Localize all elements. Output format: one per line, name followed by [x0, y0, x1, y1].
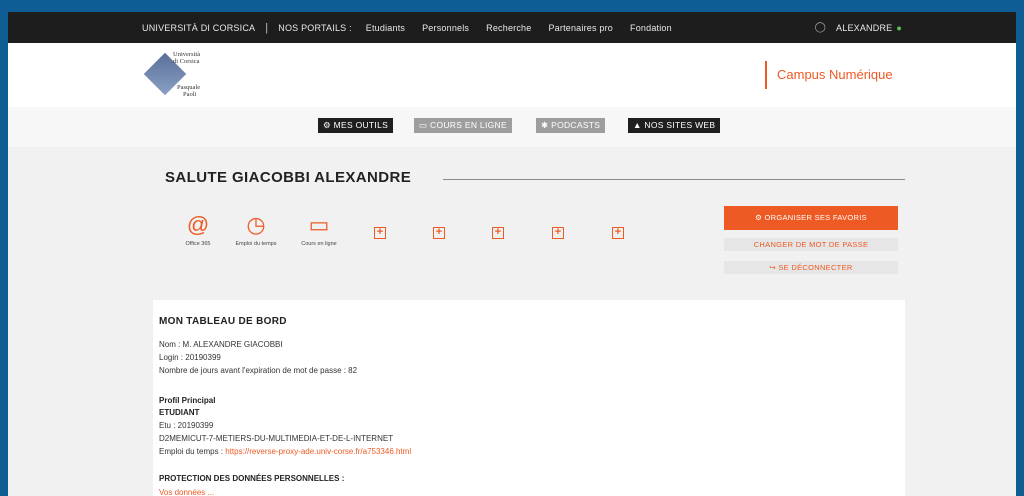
separator: | — [265, 21, 269, 34]
dashboard-title: MON TABLEAU DE BORD — [159, 316, 287, 327]
app-office365[interactable]: @ Office 365 — [168, 212, 228, 248]
privacy-text[interactable]: Vos données ... — [159, 488, 214, 496]
podcast-icon: ✱ — [541, 120, 552, 130]
at-icon: @ — [186, 212, 210, 237]
top-bar: UNIVERSITÀ DI CORSICA | NOS PORTAILS : E… — [8, 12, 1016, 43]
profile-type: ETUDIANT — [159, 408, 200, 417]
app-emploi-du-temps[interactable]: ◷ Emploi du temps — [226, 212, 286, 248]
profile-title: Profil Principal — [159, 396, 216, 405]
user-nom: Nom : M. ALEXANDRE GIACOBBI — [159, 340, 283, 349]
nav-cours-label: COURS EN LIGNE — [430, 120, 507, 130]
monitor-icon: ▭ — [419, 120, 430, 130]
university-logo[interactable]: Università di Corsica Pasquale Paoli — [143, 49, 236, 105]
user-icon: ● — [896, 22, 902, 33]
header: Università di Corsica Pasquale Paoli Cam… — [8, 43, 1016, 107]
logo-text-bottom: Pasquale Paoli — [177, 84, 200, 98]
dashboard-panel: MON TABLEAU DE BORD Nom : M. ALEXANDRE G… — [153, 300, 905, 496]
nav-bar: ⚙ MES OUTILS ▭ COURS EN LIGNE ✱ PODCASTS… — [8, 107, 1016, 147]
timetable-line: Emploi du temps : https://reverse-proxy-… — [159, 447, 411, 456]
add-favorite-icon[interactable]: + — [612, 227, 624, 239]
tools-icon: ⚙ — [323, 120, 334, 130]
nav-podcasts-label: PODCASTS — [551, 120, 601, 130]
timetable-link[interactable]: https://reverse-proxy-ade.univ-corse.fr/… — [225, 447, 411, 456]
organize-favorites-label: ORGANISER SES FAVORIS — [764, 213, 867, 222]
timetable-label: Emploi du temps : — [159, 447, 226, 456]
nav-mes-outils-label: MES OUTILS — [333, 120, 389, 130]
university-link[interactable]: UNIVERSITÀ DI CORSICA — [142, 23, 255, 33]
logout-button[interactable]: ↪ SE DÉCONNECTER — [724, 261, 898, 274]
add-favorite-icon[interactable]: + — [552, 227, 564, 239]
nav-mes-outils[interactable]: ⚙ MES OUTILS — [318, 118, 394, 133]
link-etudiants[interactable]: Etudiants — [366, 23, 405, 33]
logout-label: SE DÉCONNECTER — [778, 263, 853, 272]
link-recherche[interactable]: Recherche — [486, 23, 531, 33]
logo-line-4: Paoli — [183, 91, 197, 98]
portal-links: Etudiants Personnels Recherche Partenair… — [366, 23, 689, 33]
user-login: Login : 20190399 — [159, 353, 221, 362]
user-menu[interactable]: ◯ ALEXANDRE ● — [815, 22, 902, 33]
user-name[interactable]: ALEXANDRE — [836, 23, 892, 33]
password-expiration: Nombre de jours avant l'expiration de mo… — [159, 366, 358, 375]
nav-sites-label: NOS SITES WEB — [644, 120, 716, 130]
logo-text-top: Università di Corsica — [173, 51, 200, 65]
user-full-name: SALUTE GIACOBBI ALEXANDRE — [165, 169, 412, 186]
nav-podcasts[interactable]: ✱ PODCASTS — [536, 118, 606, 133]
campus-title[interactable]: Campus Numérique — [765, 61, 893, 89]
logo-line-1: Università — [173, 51, 201, 58]
nav-cours-en-ligne[interactable]: ▭ COURS EN LIGNE — [414, 118, 512, 133]
app-emploi-label: Emploi du temps — [235, 241, 277, 247]
link-fondation[interactable]: Fondation — [630, 23, 672, 33]
monitor-icon: ▭ — [308, 212, 330, 237]
link-personnels[interactable]: Personnels — [422, 23, 469, 33]
profile-heading: SALUTE GIACOBBI ALEXANDRE — [163, 169, 905, 189]
app-cours-label: Cours en ligne — [301, 241, 337, 247]
app-office365-label: Office 365 — [185, 241, 211, 247]
add-favorite-icon[interactable]: + — [433, 227, 445, 239]
portals-label: NOS PORTAILS : — [278, 22, 352, 33]
browser-page: UNIVERSITÀ DI CORSICA | NOS PORTAILS : E… — [8, 12, 1016, 496]
heading-divider — [443, 179, 905, 180]
logo-line-2: di Corsica — [173, 58, 200, 65]
add-favorite-icon[interactable]: + — [492, 227, 504, 239]
network-icon: ▲ — [633, 120, 645, 130]
add-favorite-icon[interactable]: + — [374, 227, 386, 239]
formation: D2MEMICUT-7-METIERS-DU-MULTIMEDIA-ET-DE-… — [159, 434, 394, 443]
logo-line-3: Pasquale — [177, 84, 201, 91]
search-icon[interactable]: ◯ — [815, 22, 826, 33]
nav-sites-web[interactable]: ▲ NOS SITES WEB — [628, 118, 721, 133]
change-password-button[interactable]: CHANGER DE MOT DE PASSE — [724, 238, 898, 251]
privacy-title: PROTECTION DES DONNÉES PERSONNELLES : — [159, 474, 345, 483]
organize-favorites-button[interactable]: ⚙ ORGANISER SES FAVORIS — [724, 206, 898, 230]
link-partenaires[interactable]: Partenaires pro — [548, 23, 613, 33]
clock-icon: ◷ — [246, 212, 266, 237]
student-id: Etu : 20190399 — [159, 421, 214, 430]
app-cours-en-ligne[interactable]: ▭ Cours en ligne — [289, 212, 349, 248]
